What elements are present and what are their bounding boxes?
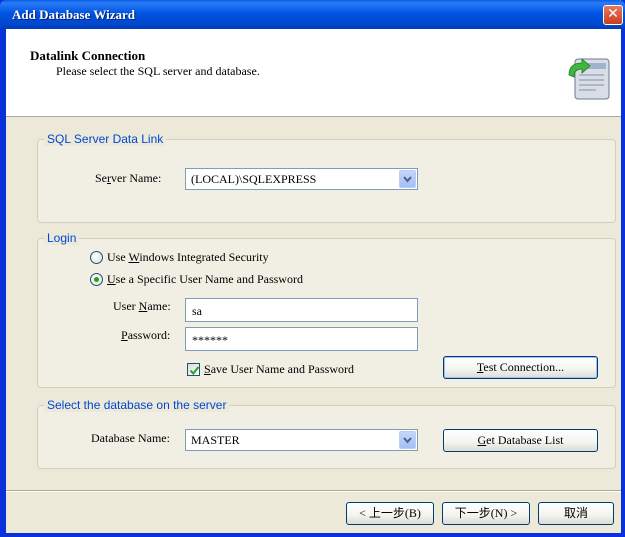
wizard-header: Datalink Connection Please select the SQ… [6, 29, 621, 117]
database-name-label: Database Name: [91, 431, 170, 445]
get-database-list-button[interactable]: Get Database List [443, 429, 598, 452]
login-group: Login Use Windows Integrated Security Us… [37, 231, 616, 388]
window-title: Add Database Wizard [12, 7, 136, 22]
datalink-legend: SQL Server Data Link [44, 132, 167, 146]
server-name-value: (LOCAL)\SQLEXPRESS [191, 172, 317, 186]
server-name-label: Server Name: [95, 171, 162, 185]
radio-selected-dot [94, 277, 99, 282]
page-subtitle: Please select the SQL server and databas… [56, 64, 260, 78]
user-name-input[interactable]: sa [185, 298, 418, 322]
database-legend: Select the database on the server [44, 398, 230, 412]
checkmark-icon [189, 366, 200, 376]
datalink-group: SQL Server Data Link Server Name: (LOCAL… [37, 132, 616, 223]
windows-security-label: Use Windows Integrated Security [107, 250, 269, 264]
test-connection-button[interactable]: Test Connection... [443, 356, 598, 379]
password-label: Password: [121, 328, 171, 342]
page-title: Datalink Connection [30, 48, 146, 63]
server-name-combo[interactable]: (LOCAL)\SQLEXPRESS [185, 168, 418, 190]
chevron-down-icon[interactable] [399, 431, 416, 449]
footer-divider [6, 490, 621, 492]
chevron-down-icon[interactable] [399, 170, 416, 188]
database-wizard-icon [568, 58, 610, 100]
password-input[interactable]: ****** [185, 327, 418, 351]
next-button[interactable]: 下一步(N) > [442, 502, 530, 525]
user-name-value: sa [192, 304, 202, 318]
password-value: ****** [192, 333, 228, 347]
windows-security-radio[interactable] [90, 251, 103, 264]
database-group: Select the database on the server Databa… [37, 398, 616, 469]
specific-user-label: Use a Specific User Name and Password [107, 272, 303, 286]
specific-user-radio[interactable] [90, 273, 103, 286]
close-icon: ✕ [607, 6, 619, 22]
save-credentials-checkbox[interactable] [187, 363, 200, 376]
wizard-body: SQL Server Data Link Server Name: (LOCAL… [6, 118, 621, 493]
cancel-button[interactable]: 取消 [538, 502, 614, 525]
login-legend: Login [44, 231, 80, 245]
save-credentials-label: Save User Name and Password [204, 362, 354, 376]
title-bar[interactable]: Add Database Wizard ✕ [0, 0, 625, 29]
close-button[interactable]: ✕ [603, 5, 623, 25]
user-name-label: User Name: [113, 299, 171, 313]
back-button[interactable]: < 上一步(B) [346, 502, 434, 525]
wizard-window: Add Database Wizard ✕ Datalink Connectio… [0, 0, 625, 537]
database-name-combo[interactable]: MASTER [185, 429, 418, 451]
database-name-value: MASTER [191, 433, 240, 447]
